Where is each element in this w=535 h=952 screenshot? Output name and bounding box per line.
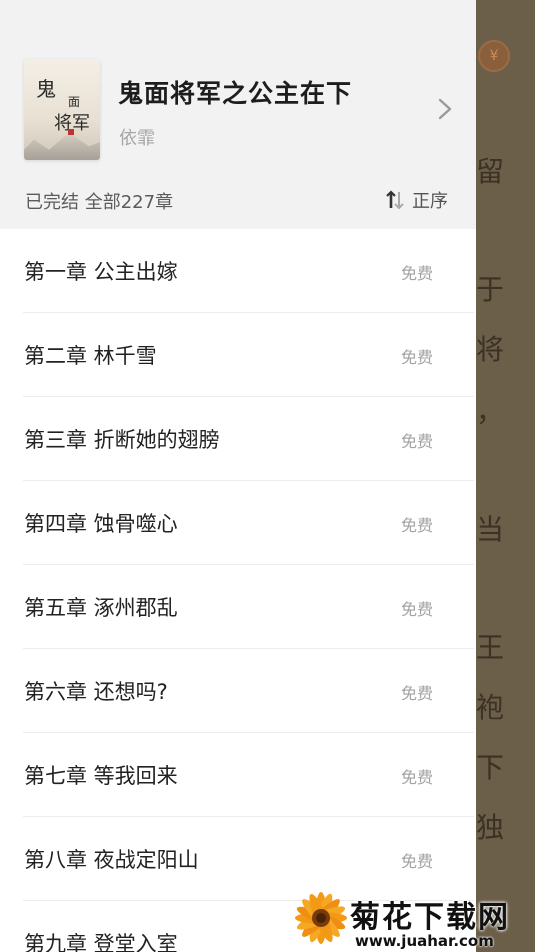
chapter-item[interactable]: 第一章 公主出嫁 免费 (23, 229, 474, 313)
chapter-title: 第八章 夜战定阳山 (24, 848, 199, 872)
chevron-right-icon[interactable] (434, 98, 456, 120)
chapter-item[interactable]: 第二章 林千雪 免费 (23, 313, 474, 397)
free-badge: 免费 (401, 348, 434, 367)
chapter-item[interactable]: 第三章 折断她的翅膀 免费 (23, 397, 474, 481)
sort-order-button[interactable]: 正序 (386, 186, 448, 214)
book-author: 依霏 (119, 128, 155, 149)
reader-char: 袍 (476, 691, 505, 724)
reader-char: 当 (476, 513, 505, 546)
reader-char: 将 (476, 333, 505, 366)
chapter-item[interactable]: 第四章 蚀骨噬心 免费 (23, 481, 474, 565)
cover-seal (68, 129, 74, 135)
reader-char: 王 (476, 631, 505, 664)
chapter-list: 第一章 公主出嫁 免费 第二章 林千雪 免费 第三章 折断她的翅膀 免费 第四章… (0, 229, 476, 952)
chapter-title: 第七章 等我回来 (24, 764, 178, 788)
chapter-title: 第五章 涿州郡乱 (24, 596, 178, 620)
book-status: 已完结 全部227章 (25, 192, 174, 213)
site-watermark: 菊花下载网 www.juahar.com (292, 888, 535, 952)
reader-char: 于 (476, 273, 505, 306)
reader-char: ， (476, 395, 505, 428)
sort-label: 正序 (412, 191, 448, 212)
free-badge: 免费 (401, 684, 434, 703)
chapter-item[interactable]: 第六章 还想吗? 免费 (23, 649, 474, 733)
book-cover[interactable]: 鬼 面 将军 (24, 59, 100, 160)
chapter-title: 第二章 林千雪 (24, 344, 157, 368)
chapter-title: 第三章 折断她的翅膀 (24, 428, 220, 452)
chapter-title: 第九章 登堂入室 (24, 932, 178, 952)
reader-char: 独 (476, 811, 505, 844)
watermark-title: 菊花下载网 (350, 900, 510, 935)
coin-icon[interactable]: ¥ (478, 40, 510, 72)
chapter-item[interactable]: 第五章 涿州郡乱 免费 (23, 565, 474, 649)
chrysanthemum-logo-icon (295, 892, 347, 944)
cover-calligraphy: 鬼 (36, 77, 56, 101)
free-badge: 免费 (401, 768, 434, 787)
free-badge: 免费 (401, 264, 434, 283)
free-badge: 免费 (401, 432, 434, 451)
chapter-title: 第六章 还想吗? (24, 680, 168, 704)
chapter-title: 第四章 蚀骨噬心 (24, 512, 178, 536)
free-badge: 免费 (401, 852, 434, 871)
watermark-url: www.juahar.com (355, 932, 494, 950)
book-header[interactable]: 鬼 面 将军 鬼面将军之公主在下 依霏 已完结 全部227章 正序 (0, 0, 476, 229)
cover-calligraphy: 面 (68, 95, 81, 109)
free-badge: 免费 (401, 600, 434, 619)
chapter-item[interactable]: 第七章 等我回来 免费 (23, 733, 474, 817)
reader-char: 留 (476, 155, 505, 188)
chapter-drawer: 鬼 面 将军 鬼面将军之公主在下 依霏 已完结 全部227章 正序 第一章 公主… (0, 0, 476, 952)
free-badge: 免费 (401, 516, 434, 535)
book-title: 鬼面将军之公主在下 (118, 79, 353, 108)
chapter-title: 第一章 公主出嫁 (24, 260, 178, 284)
sort-icon (386, 190, 404, 210)
reader-char: 下 (476, 751, 505, 784)
